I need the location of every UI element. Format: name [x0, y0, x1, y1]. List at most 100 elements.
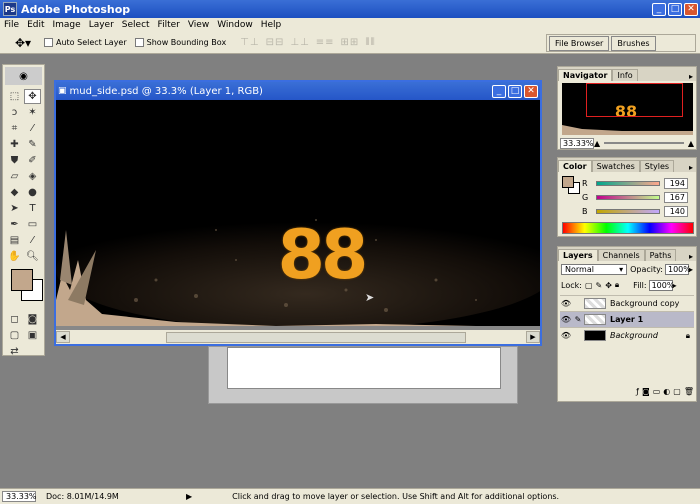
notes-tool-icon[interactable]: ▤ — [6, 233, 23, 248]
align-middle-icon[interactable]: ⊟⊟ — [266, 37, 285, 48]
align-bottom-icon[interactable]: ⊥⊥ — [290, 37, 309, 48]
slice-tool-icon[interactable]: ⁄ — [24, 121, 41, 136]
color-panel-foreground-swatch[interactable] — [562, 176, 574, 188]
r-slider[interactable] — [596, 180, 660, 186]
new-set-icon[interactable]: ▭ — [653, 387, 661, 399]
document-horizontal-scrollbar[interactable]: ◀ ▶ — [56, 330, 540, 344]
menu-window[interactable]: Window — [213, 20, 257, 30]
panel-menu-arrow-icon[interactable]: ▸ — [686, 252, 696, 261]
minimize-button[interactable]: _ — [652, 2, 666, 16]
crop-tool-icon[interactable]: ⌗ — [6, 121, 23, 136]
canvas-text-88[interactable]: 88 — [254, 218, 388, 294]
navigator-view-box[interactable] — [586, 83, 683, 117]
brush-tool-icon[interactable]: ✎ — [24, 137, 41, 152]
menu-filter[interactable]: Filter — [154, 20, 184, 30]
distribute-top-icon[interactable]: ≡≡ — [316, 37, 335, 48]
marquee-tool-icon[interactable]: ⬚ — [6, 89, 23, 104]
panel-menu-arrow-icon[interactable]: ▸ — [686, 163, 696, 172]
distribute-middle-icon[interactable]: ⊞⊞ — [341, 37, 360, 48]
blend-mode-select[interactable]: Normal ▾ — [561, 263, 628, 275]
jump-to-imageready-icon[interactable]: ⇄ — [6, 344, 23, 359]
status-arrow-icon[interactable]: ▶ — [186, 492, 192, 501]
scroll-left-icon[interactable]: ◀ — [56, 331, 70, 343]
shape-tool-icon[interactable]: ▭ — [24, 217, 41, 232]
menu-help[interactable]: Help — [257, 20, 286, 30]
toolbox-eye-logo-icon[interactable]: ◉ — [5, 67, 42, 85]
trash-icon[interactable]: 🗑︎ — [684, 387, 694, 399]
menu-view[interactable]: View — [184, 20, 213, 30]
screen-mode-full-icon[interactable]: ▣ — [24, 328, 41, 343]
path-selection-tool-icon[interactable]: ➤ — [6, 201, 23, 216]
g-slider[interactable] — [596, 194, 660, 200]
navigator-zoom-field[interactable]: 33.33% — [560, 137, 594, 149]
lock-image-icon[interactable]: ✎ — [596, 281, 603, 290]
dodge-tool-icon[interactable]: ● — [24, 185, 41, 200]
lock-transparency-icon[interactable]: ▢ — [585, 281, 593, 290]
scroll-right-icon[interactable]: ▶ — [526, 331, 540, 343]
doc-maximize-button[interactable]: □ — [508, 84, 522, 98]
close-button[interactable]: ✕ — [684, 2, 698, 16]
healing-brush-tool-icon[interactable]: ✚ — [6, 137, 23, 152]
blur-tool-icon[interactable]: ◆ — [6, 185, 23, 200]
color-spectrum-bar[interactable] — [562, 222, 694, 234]
paint-brush-icon[interactable]: ✎ — [572, 315, 584, 324]
tab-swatches[interactable]: Swatches — [591, 160, 640, 172]
tab-color[interactable]: Color — [558, 160, 592, 172]
document-title-bar[interactable]: ▣ mud_side.psd @ 33.3% (Layer 1, RGB) _ … — [56, 82, 540, 100]
show-bounding-box-checkbox[interactable]: Show Bounding Box — [134, 38, 226, 47]
new-layer-icon[interactable]: ▢ — [673, 387, 681, 399]
standard-mode-icon[interactable]: ◻ — [6, 312, 23, 327]
align-top-icon[interactable]: ⊤⊥ — [240, 37, 259, 48]
eyedropper-tool-icon[interactable]: ⁄ — [24, 233, 41, 248]
paint-bucket-tool-icon[interactable]: ◈ — [24, 169, 41, 184]
move-tool-icon[interactable]: ✥ — [24, 89, 41, 104]
layer-row-layer-1[interactable]: 👁︎ ✎ Layer 1 — [560, 311, 694, 327]
tab-navigator[interactable]: Navigator — [558, 69, 613, 81]
zoom-slider[interactable] — [604, 142, 684, 144]
zoom-out-icon[interactable]: ▲ — [594, 139, 600, 148]
zoom-tool-icon[interactable]: 🔍︎ — [24, 249, 41, 264]
tab-layers[interactable]: Layers — [558, 249, 598, 261]
lasso-tool-icon[interactable]: ↄ — [6, 105, 23, 120]
document-canvas[interactable]: 88 ➤ — [56, 100, 540, 330]
brushes-tab[interactable]: Brushes — [611, 36, 656, 51]
lock-all-icon[interactable]: 🔒︎ — [615, 280, 619, 290]
clone-stamp-tool-icon[interactable]: ⛊ — [6, 153, 23, 168]
visibility-eye-icon[interactable]: 👁︎ — [560, 299, 572, 308]
layer-style-icon[interactable]: ƒ — [636, 387, 639, 399]
tab-paths[interactable]: Paths — [644, 249, 677, 261]
opacity-field[interactable]: 100% — [664, 263, 691, 275]
move-tool-preset-icon[interactable]: ✥▾ — [10, 34, 36, 52]
fill-field[interactable]: 100% — [648, 279, 674, 291]
foreground-color-swatch[interactable] — [11, 269, 33, 291]
opacity-arrow-icon[interactable]: ▸ — [689, 265, 693, 274]
scroll-thumb[interactable] — [166, 331, 466, 343]
tab-channels[interactable]: Channels — [597, 249, 645, 261]
eraser-tool-icon[interactable]: ▱ — [6, 169, 23, 184]
maximize-button[interactable]: □ — [668, 2, 682, 16]
layer-row-background[interactable]: 👁︎ Background 🔒︎ — [560, 327, 694, 343]
distribute-bottom-icon[interactable]: ⫴⫴ — [365, 37, 375, 48]
r-value-field[interactable]: 194 — [664, 177, 688, 189]
menu-layer[interactable]: Layer — [85, 20, 118, 30]
hand-tool-icon[interactable]: ✋ — [6, 249, 23, 264]
doc-close-button[interactable]: ✕ — [524, 84, 538, 98]
fill-arrow-icon[interactable]: ▸ — [673, 281, 677, 290]
zoom-in-icon[interactable]: ▲ — [688, 139, 694, 148]
lock-position-icon[interactable]: ✥ — [605, 281, 612, 290]
layer-row-background-copy[interactable]: 👁︎ Background copy — [560, 295, 694, 311]
magic-wand-tool-icon[interactable]: ✶ — [24, 105, 41, 120]
tab-info[interactable]: Info — [612, 69, 638, 81]
auto-select-layer-checkbox[interactable]: Auto Select Layer — [44, 38, 127, 47]
menu-file[interactable]: File — [0, 20, 23, 30]
visibility-eye-icon[interactable]: 👁︎ — [560, 315, 572, 324]
type-tool-icon[interactable]: T — [24, 201, 41, 216]
adjustment-layer-icon[interactable]: ◐ — [663, 387, 670, 399]
panel-menu-arrow-icon[interactable]: ▸ — [686, 72, 696, 81]
file-browser-tab[interactable]: File Browser — [549, 36, 610, 51]
quick-mask-mode-icon[interactable]: ◙ — [24, 312, 41, 327]
menu-image[interactable]: Image — [49, 20, 85, 30]
b-slider[interactable] — [596, 208, 660, 214]
b-value-field[interactable]: 140 — [664, 205, 688, 217]
history-brush-tool-icon[interactable]: ✐ — [24, 153, 41, 168]
